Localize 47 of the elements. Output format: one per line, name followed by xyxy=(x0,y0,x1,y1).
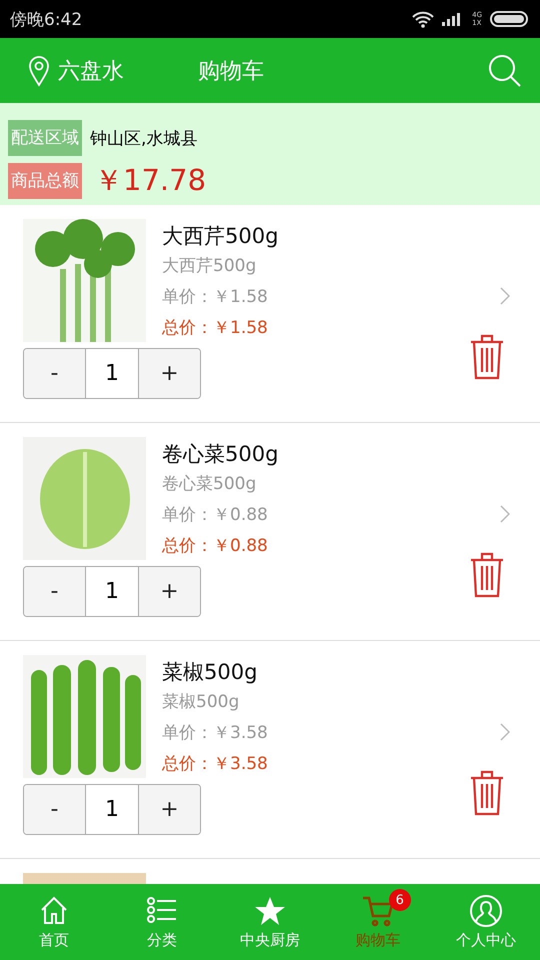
quantity-value: 1 xyxy=(85,785,139,834)
product-name: 卷心菜500g xyxy=(162,441,278,468)
decrease-button[interactable]: - xyxy=(24,785,85,834)
wifi-icon xyxy=(412,10,434,28)
quantity-value: 1 xyxy=(85,349,139,398)
page-title: 购物车 xyxy=(198,58,265,86)
quantity-value: 1 xyxy=(85,567,139,616)
product-spec: 大西芹500g xyxy=(162,255,258,278)
product-spec: 菜椒500g xyxy=(162,691,240,714)
user-icon xyxy=(470,894,502,926)
status-time: 傍晚6:42 xyxy=(10,8,84,30)
product-name: 大西芹500g xyxy=(162,223,278,250)
trash-icon[interactable] xyxy=(470,770,504,816)
increase-button[interactable]: + xyxy=(139,785,200,834)
increase-button[interactable]: + xyxy=(139,567,200,616)
trash-icon[interactable] xyxy=(470,552,504,598)
cart-count-badge: 6 xyxy=(388,889,411,911)
total-amount-label: 商品总额 xyxy=(8,163,82,199)
total-amount-value: ￥17.78 xyxy=(93,162,206,199)
unit-price: 单价：￥1.58 xyxy=(162,286,269,309)
tab-label: 分类 xyxy=(147,930,177,950)
delivery-area-label: 配送区域 xyxy=(8,120,82,156)
battery-icon xyxy=(490,11,530,27)
tab-label: 中央厨房 xyxy=(240,930,300,950)
item-total-price: 总价：￥1.58 xyxy=(162,317,269,340)
product-name: 菜椒500g xyxy=(162,659,258,686)
star-icon xyxy=(254,894,286,926)
chevron-right-icon[interactable] xyxy=(500,287,510,305)
increase-button[interactable]: + xyxy=(139,349,200,398)
tab-item[interactable]: 购物车 6 xyxy=(324,884,432,960)
tab-label: 购物车 xyxy=(356,930,400,950)
search-icon[interactable] xyxy=(488,54,522,88)
item-total-price: 总价：￥3.58 xyxy=(162,753,268,776)
product-spec: 卷心菜500g xyxy=(162,473,258,496)
tab-label: 首页 xyxy=(39,930,69,950)
delivery-area-value: 钟山区,水城县 xyxy=(90,128,198,150)
decrease-button[interactable]: - xyxy=(24,349,85,398)
chevron-right-icon[interactable] xyxy=(500,723,510,741)
location-pin-icon xyxy=(28,54,50,86)
cart-icon xyxy=(362,894,394,926)
trash-icon[interactable] xyxy=(470,334,504,380)
unit-price: 单价：￥3.58 xyxy=(162,722,268,745)
item-total-price: 总价：￥0.88 xyxy=(162,535,269,558)
tab-label: 个人中心 xyxy=(456,930,516,950)
decrease-button[interactable]: - xyxy=(24,567,85,616)
chevron-right-icon[interactable] xyxy=(500,505,510,523)
unit-price: 单价：￥0.88 xyxy=(162,504,269,527)
